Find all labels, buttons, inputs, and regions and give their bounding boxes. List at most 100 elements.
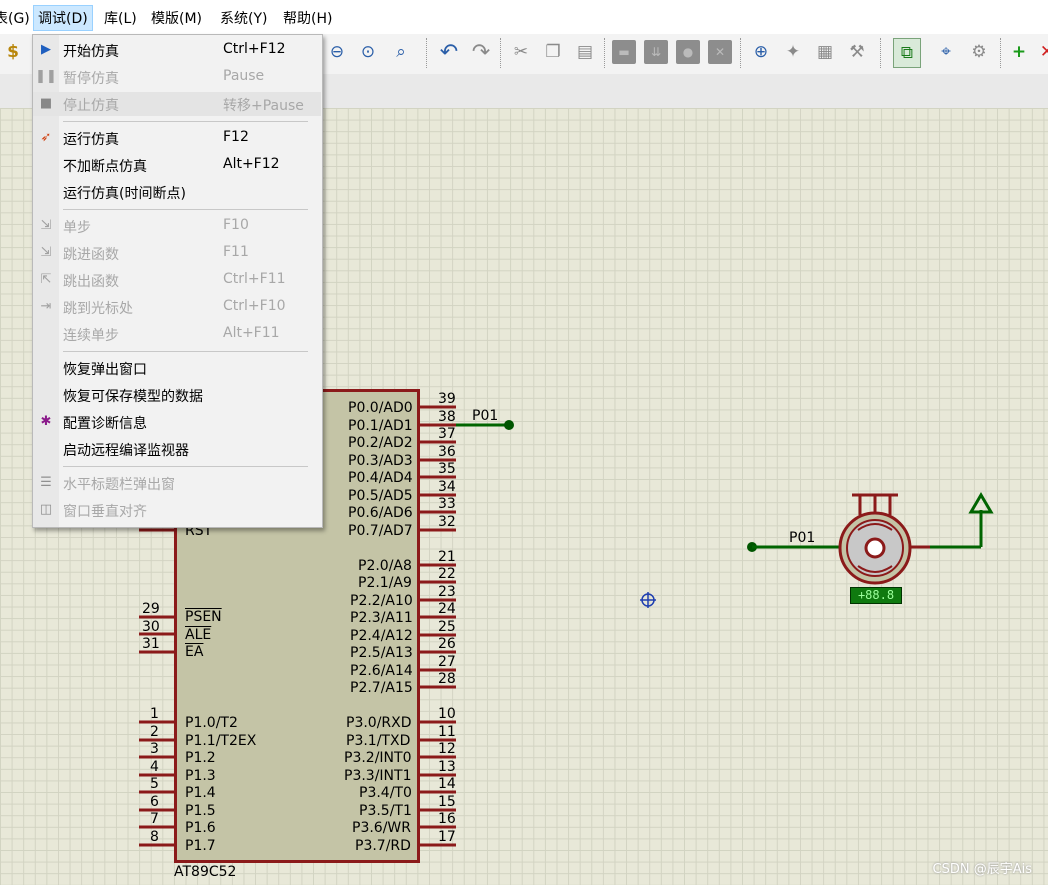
make-device-icon[interactable]: ✦ — [780, 38, 806, 66]
menu-item-run-no-breakpoints[interactable]: 不加断点仿真 Alt+F12 — [33, 153, 321, 177]
pin-label: P3.3/INT1 — [344, 768, 412, 784]
menu-separator — [63, 351, 308, 352]
pin-number: 39 — [438, 391, 456, 407]
menu-separator — [63, 121, 308, 122]
pin-number: 15 — [438, 794, 456, 810]
pin-number: 10 — [438, 706, 456, 722]
play-icon: ▶ — [41, 42, 51, 57]
undo-icon[interactable]: ↶ — [436, 38, 462, 66]
pin-number: 6 — [150, 794, 159, 810]
pin-label: P0.5/AD5 — [348, 488, 413, 504]
pin-label: P3.4/T0 — [359, 785, 412, 801]
block-move-icon[interactable]: ⇊ — [644, 40, 668, 64]
menu-item-step-out[interactable]: ⇱ 跳出函数 Ctrl+F11 — [33, 268, 321, 292]
search-tag-icon[interactable]: ⌖ — [933, 38, 959, 66]
block-delete-icon[interactable]: ✕ — [708, 40, 732, 64]
menu-item-step[interactable]: ⇲ 单步 F10 — [33, 214, 321, 238]
stop-icon: ■ — [39, 96, 53, 111]
pin-number: 5 — [150, 776, 159, 792]
menu-item-restore-popups[interactable]: 恢复弹出窗口 — [33, 356, 321, 380]
copy-icon[interactable]: ❐ — [540, 38, 566, 66]
menu-item-pause-simulation[interactable]: ❚❚ 暂停仿真 Pause — [33, 65, 321, 89]
toolbar-separator — [880, 38, 882, 68]
run-to-cursor-icon: ⇥ — [40, 299, 52, 314]
pin-label: P1.2 — [185, 750, 216, 766]
bug-icon: ✱ — [40, 414, 52, 429]
menu-item-library[interactable]: 库(L) — [104, 8, 137, 28]
block-rotate-icon[interactable]: ● — [676, 40, 700, 64]
pin-number: 12 — [438, 741, 456, 757]
menu-item-remote-compile-monitor[interactable]: 启动远程编译监视器 — [33, 437, 321, 461]
net-label[interactable]: P01 — [472, 409, 498, 423]
pin-label: P2.5/A13 — [350, 645, 413, 661]
debug-dropdown-menu: ▶ 开始仿真 Ctrl+F12 ❚❚ 暂停仿真 Pause ■ 停止仿真 转移+… — [32, 34, 323, 528]
pin-number: 36 — [438, 444, 456, 460]
cut-icon[interactable]: ✂ — [508, 38, 534, 66]
pin-number: 34 — [438, 479, 456, 495]
menu-item-animated-step[interactable]: 连续单步 Alt+F11 — [33, 322, 321, 346]
toolbar-separator — [604, 38, 606, 68]
menu-item-restore-model-data[interactable]: 恢复可保存模型的数据 — [33, 383, 321, 407]
menu-item-tile-horizontal[interactable]: ☰ 水平标题栏弹出窗 — [33, 471, 321, 495]
block-copy-icon[interactable]: ▬ — [612, 40, 636, 64]
watermark: CSDN @辰宇Ais — [932, 862, 1032, 877]
pin-label: P1.7 — [185, 838, 216, 854]
pin-number: 7 — [150, 811, 159, 827]
pin-number: 29 — [142, 601, 160, 617]
menu-item-stop-simulation[interactable]: ■ 停止仿真 转移+Pause — [33, 92, 321, 116]
menu-item-step-into[interactable]: ⇲ 跳进函数 F11 — [33, 241, 321, 265]
pin-number: 27 — [438, 654, 456, 670]
pin-label: P3.6/WR — [352, 820, 411, 836]
pin-label: P1.1/T2EX — [185, 733, 257, 749]
pin-number: 32 — [438, 514, 456, 530]
chip-part-name: AT89C52 — [174, 864, 237, 880]
redo-icon[interactable]: ↷ — [468, 38, 494, 66]
zoom-area-icon[interactable]: ⌕ — [388, 38, 414, 66]
pin-number: 14 — [438, 776, 456, 792]
menu-item-template[interactable]: 模版(M) — [151, 8, 202, 28]
menu-item-debug[interactable]: 调试(D) — [33, 5, 93, 31]
remove-sheet-icon[interactable]: ✕ — [1034, 38, 1048, 66]
menu-separator — [63, 466, 308, 467]
packaging-tool-icon[interactable]: ▦ — [812, 38, 838, 66]
net-label[interactable]: P01 — [789, 531, 815, 545]
toolbar-separator — [740, 38, 742, 68]
zoom-out-icon[interactable]: ⊖ — [324, 38, 350, 66]
pin-label: P2.1/A9 — [358, 575, 412, 591]
pin-number: 25 — [438, 619, 456, 635]
pin-label: P0.4/AD4 — [348, 470, 413, 486]
pick-device-icon[interactable]: ⊕ — [748, 38, 774, 66]
horizontal-tile-icon: ☰ — [40, 475, 52, 490]
new-sheet-icon[interactable]: + — [1006, 38, 1032, 66]
property-assignment-icon[interactable]: ⚙ — [966, 38, 992, 66]
pin-number: 28 — [438, 671, 456, 687]
pin-label: P1.3 — [185, 768, 216, 784]
menu-item-configure-diagnostics[interactable]: ✱ 配置诊断信息 — [33, 410, 321, 434]
menu-item-run-to-cursor[interactable]: ⇥ 跳到光标处 Ctrl+F10 — [33, 295, 321, 319]
vertical-tile-icon: ◫ — [39, 502, 53, 517]
wire-autorouter-icon[interactable]: ⧉ — [893, 38, 921, 68]
menu-item-system[interactable]: 系统(Y) — [220, 8, 267, 28]
pin-number: 4 — [150, 759, 159, 775]
zoom-all-icon[interactable]: ⊙ — [355, 38, 381, 66]
step-out-icon: ⇱ — [40, 272, 52, 287]
menu-item-start-simulation[interactable]: ▶ 开始仿真 Ctrl+F12 — [33, 38, 321, 62]
pin-label: P0.1/AD1 — [348, 418, 413, 434]
pin-number: 33 — [438, 496, 456, 512]
menu-item-help[interactable]: 帮助(H) — [283, 8, 332, 28]
pin-number: 13 — [438, 759, 456, 775]
menu-item-run-simulation[interactable]: ➶ 运行仿真 F12 — [33, 126, 321, 150]
decompose-icon[interactable]: ⚒ — [844, 38, 870, 66]
menu-item-graph[interactable]: 表(G) — [0, 8, 30, 28]
pin-number: 22 — [438, 566, 456, 582]
paste-icon[interactable]: ▤ — [572, 38, 598, 66]
menu-item-run-time-breakpoint[interactable]: 运行仿真(时间断点) — [33, 180, 321, 204]
pin-label: P2.2/A10 — [350, 593, 413, 609]
bill-of-materials-icon[interactable]: $ — [0, 38, 26, 66]
pin-label: EA — [185, 644, 204, 660]
pin-number: 1 — [150, 706, 159, 722]
menu-item-tile-vertical[interactable]: ◫ 窗口垂直对齐 — [33, 498, 321, 522]
menu-separator — [63, 209, 308, 210]
pin-label: P3.7/RD — [355, 838, 411, 854]
pin-label: P2.6/A14 — [350, 663, 413, 679]
